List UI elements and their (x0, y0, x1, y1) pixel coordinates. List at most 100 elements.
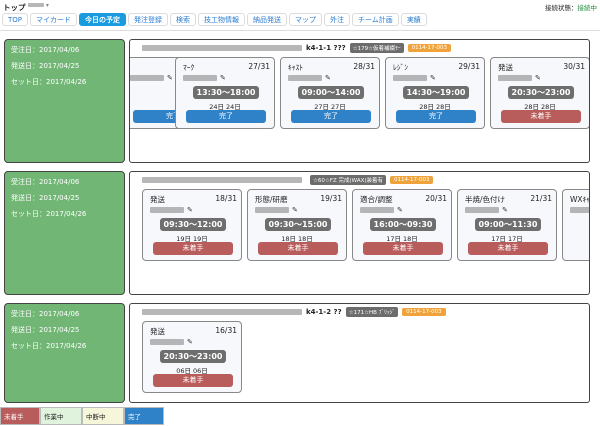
legend-item: 作業中 (40, 407, 82, 425)
task-name: 発送 (150, 327, 165, 336)
task-step-count: 30/31 (563, 62, 585, 71)
task-assignee: ✎ (255, 206, 298, 214)
assignee-name-blur (465, 207, 499, 213)
tab-4[interactable]: 検索 (170, 13, 197, 26)
task-panel: k4-1-1 ???☆179☆仮着補綴ﾓｰ0114-17-00324/31✎完了… (129, 39, 590, 163)
task-name: 発送 (498, 63, 513, 72)
task-step-count: 27/31 (248, 62, 270, 71)
task-status-button[interactable]: 完了 (186, 110, 266, 123)
tab-1[interactable]: マイカード (30, 13, 78, 26)
order-ship-date: 発送日：2017/04/25 (11, 326, 80, 334)
order-set-date: セット日：2017/04/26 (11, 210, 87, 218)
task-assignee: ✎ (130, 74, 173, 82)
task-name: WXｷｬﾝ (570, 195, 590, 204)
task-card[interactable]: 形態/研磨 19/31 ✎ 09:30～15:00 18日 18日 未着手 (247, 189, 347, 261)
product-tag: ☆171☆HB ﾌﾞﾘｯｼﾞ (345, 307, 399, 317)
task-status-button[interactable]: 未着手 (468, 242, 548, 255)
assignee-name-blur (288, 75, 322, 81)
order-received-date: 受注日：2017/04/06 (11, 46, 80, 54)
order-header: k4-1-1 ??? ☆179☆仮着補綴ﾓｰ 0114-17-003 (142, 43, 452, 53)
task-time: 09:30～12:00 (160, 218, 226, 231)
connection-status-value: 接続中 (577, 4, 598, 12)
task-status-button[interactable]: 完了 (396, 110, 476, 123)
task-assignee: ✎ (498, 74, 541, 82)
task-card[interactable]: WXｷｬﾝ ✎ (562, 189, 590, 261)
task-assignee: ✎ (150, 206, 193, 214)
task-status-button[interactable]: 未着手 (501, 110, 581, 123)
order-dates-card[interactable]: 受注日：2017/04/06 発送日：2017/04/25 セット日：2017/04… (4, 303, 125, 403)
order-dates-card[interactable]: 受注日：2017/04/06 発送日：2017/04/25 セット日：2017/04… (4, 171, 125, 295)
task-status-button[interactable]: 未着手 (363, 242, 443, 255)
order-number-badge: 0114-17-003 (402, 308, 446, 316)
tab-7[interactable]: マップ (289, 13, 323, 26)
edit-icon[interactable]: ✎ (292, 206, 298, 214)
header-divider (0, 30, 600, 31)
task-step-count: 28/31 (353, 62, 375, 71)
task-card[interactable]: 半焼/色付け 21/31 ✎ 09:00～11:30 17日 17日 未着手 (457, 189, 557, 261)
tab-6[interactable]: 納品発送 (247, 13, 288, 26)
order-number-badge: 0114-17-003 (390, 176, 434, 184)
task-name: 半焼/色付け (465, 195, 506, 204)
assignee-name-blur (183, 75, 217, 81)
edit-icon[interactable]: ✎ (397, 206, 403, 214)
task-time: 09:00～14:00 (298, 86, 364, 99)
task-card[interactable]: ﾚｼﾞﾝ 29/31 ✎ 14:30～19:00 28日 28日 完了 (385, 57, 485, 129)
task-name: ｷｬｽﾄ (288, 63, 303, 72)
task-time: 20:30～23:00 (160, 350, 226, 363)
edit-icon[interactable]: ✎ (167, 74, 173, 82)
task-card[interactable]: 発送 16/31 ✎ 20:30～23:00 06日 06日 未着手 (142, 321, 242, 393)
task-step-count: 20/31 (425, 194, 447, 203)
task-assignee: ✎ (393, 74, 436, 82)
status-legend: 未着手 作業中 中断中 完了 (0, 407, 164, 425)
task-name: ﾚｼﾞﾝ (393, 63, 408, 72)
task-assignee: ✎ (360, 206, 403, 214)
task-status-button[interactable]: 未着手 (258, 242, 338, 255)
task-step-count: 19/31 (320, 194, 342, 203)
legend-item: 中断中 (82, 407, 124, 425)
task-time: 09:00～11:30 (475, 218, 541, 231)
page-title: トップ (3, 3, 26, 12)
task-step-count: 18/31 (215, 194, 237, 203)
task-card[interactable]: ﾏｰｸ 27/31 ✎ 13:30～18:00 24日 24日 完了 (175, 57, 275, 129)
task-name: 適合/調整 (360, 195, 393, 204)
tab-5[interactable]: 技工物情報 (198, 13, 246, 26)
task-status-button[interactable]: 未着手 (153, 374, 233, 387)
tab-10[interactable]: 実績 (400, 13, 427, 26)
edit-icon[interactable]: ✎ (430, 74, 436, 82)
task-panel: ☆60☆FZ 完成(WAX)装着有 0114-17-003 発送 18/31 ✎ 09:3… (129, 171, 590, 295)
task-time: 14:30～19:00 (403, 86, 469, 99)
edit-icon[interactable]: ✎ (502, 206, 508, 214)
task-step-count: 29/31 (458, 62, 480, 71)
edit-icon[interactable]: ✎ (325, 74, 331, 82)
tab-8[interactable]: 外注 (324, 13, 351, 26)
order-header: ☆60☆FZ 完成(WAX)装着有 0114-17-003 (142, 175, 434, 185)
task-status-button[interactable]: 完了 (291, 110, 371, 123)
product-tag: ☆179☆仮着補綴ﾓｰ (349, 43, 404, 53)
tab-2[interactable]: 今日の予定 (79, 13, 127, 26)
edit-icon[interactable]: ✎ (220, 74, 226, 82)
task-assignee: ✎ (570, 207, 589, 213)
task-card[interactable]: 発送 30/31 ✎ 20:30～23:00 28日 28日 未着手 (490, 57, 589, 129)
task-card[interactable]: ｷｬｽﾄ 28/31 ✎ 09:00～14:00 27日 27日 完了 (280, 57, 380, 129)
edit-icon[interactable]: ✎ (535, 74, 541, 82)
assignee-name-blur (360, 207, 394, 213)
order-set-date: セット日：2017/04/26 (11, 342, 87, 350)
task-card[interactable]: 適合/調整 20/31 ✎ 16:00～09:30 17日 18日 未着手 (352, 189, 452, 261)
task-status-button[interactable]: 未着手 (153, 242, 233, 255)
order-received-date: 受注日：2017/04/06 (11, 178, 80, 186)
task-name: ﾏｰｸ (183, 63, 195, 72)
tab-0[interactable]: TOP (2, 13, 29, 26)
task-card[interactable]: 発送 18/31 ✎ 09:30～12:00 19日 19日 未着手 (142, 189, 242, 261)
task-step-count: 21/31 (530, 194, 552, 203)
edit-icon[interactable]: ✎ (187, 338, 193, 346)
task-name: 形態/研磨 (255, 195, 288, 204)
task-time: 16:00～09:30 (370, 218, 436, 231)
tab-9[interactable]: チーム計画 (352, 13, 399, 26)
order-set-date: セット日：2017/04/26 (11, 78, 87, 86)
edit-icon[interactable]: ✎ (187, 206, 193, 214)
task-step-count: 16/31 (215, 326, 237, 335)
order-dates-card[interactable]: 受注日：2017/04/06 発送日：2017/04/25 セット日：2017/04… (4, 39, 125, 163)
product-tag: ☆60☆FZ 完成(WAX)装着有 (310, 175, 386, 185)
user-name[interactable]: ▾ (28, 2, 49, 9)
tab-3[interactable]: 発注登録 (128, 13, 169, 26)
